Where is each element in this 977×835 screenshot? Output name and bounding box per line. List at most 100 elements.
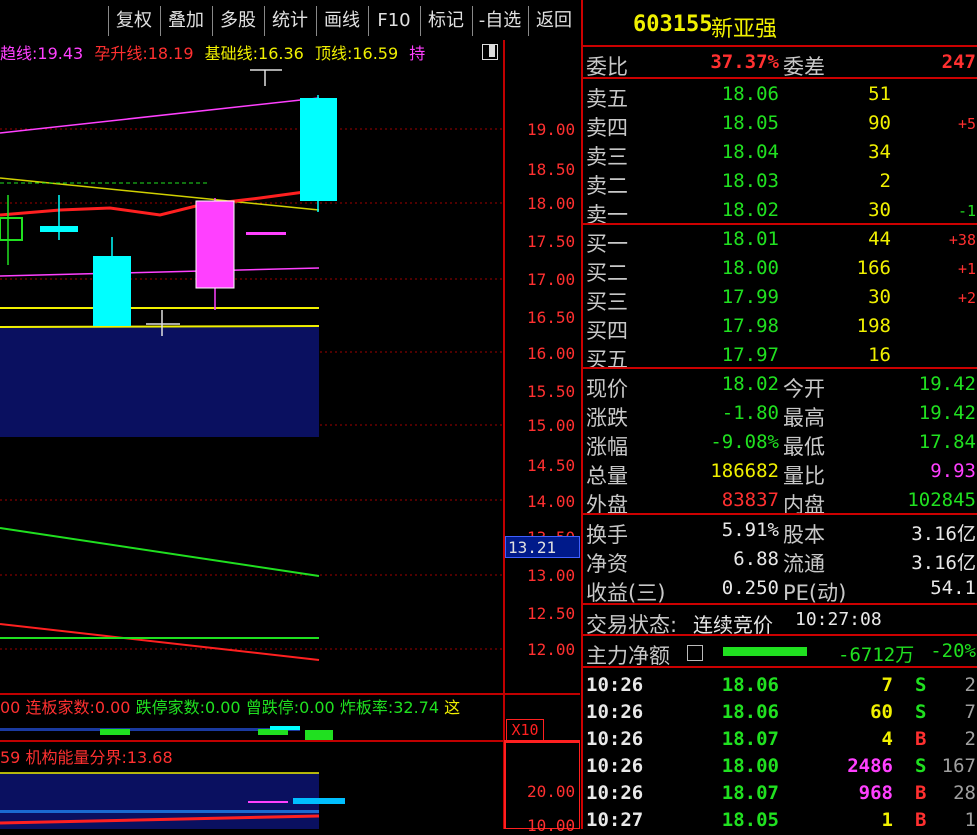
- tick-row: 10:27 18.05 1 B 1: [583, 806, 977, 835]
- main-flow-detail-icon[interactable]: [687, 645, 703, 661]
- tick-time: 10:27: [586, 809, 644, 831]
- quote-value: 186682: [710, 460, 779, 482]
- quote-value: 19.42: [918, 373, 976, 395]
- kline-chart[interactable]: 趋线:19.43 孕升线:18.19 基础线:16.36 顶线:16.59 持 …: [0, 40, 580, 835]
- quote-row: 现价 18.02 今开 19.42: [583, 370, 977, 401]
- stock-name: 新亚强: [711, 17, 778, 42]
- restore-rights-button[interactable]: 复权: [108, 6, 159, 36]
- indicator-legend-mid: 00 连板家数:0.00 跌停家数:0.00 曾跌停:0.00 炸板率:32.7…: [0, 694, 460, 718]
- fund-value: 5.91%: [721, 519, 779, 541]
- tick-count: 28: [953, 782, 976, 804]
- current-price-marker: 13.21: [505, 536, 580, 558]
- rise-line-value: 18.19: [147, 44, 194, 63]
- axis-tick: 17.00: [527, 270, 576, 289]
- axis-tick: 15.50: [527, 382, 576, 401]
- fund-row: 净资 6.88 流通 3.16亿: [583, 545, 977, 576]
- bomb-rate-label: 炸板率:: [339, 698, 394, 717]
- buy-change: +2: [957, 289, 976, 307]
- main-flow-row[interactable]: 主力净额 -6712万 -20%: [583, 637, 977, 668]
- sell-volume: 90: [868, 112, 891, 134]
- trade-status-time: 10:27:08: [795, 609, 882, 630]
- tick-side: S: [915, 755, 927, 777]
- quote-row: 总量 186682 量比 9.93: [583, 457, 977, 488]
- bottom-prefix: 59: [0, 748, 21, 767]
- tick-volume: 7: [881, 674, 893, 696]
- sell-change: +5: [957, 115, 976, 133]
- bomb-rate-value: 32.74: [393, 698, 440, 717]
- sell-price: 18.04: [721, 141, 779, 163]
- buy-row[interactable]: 买二 18.00 166 +1: [583, 254, 977, 285]
- statistics-button[interactable]: 统计: [264, 6, 315, 36]
- buy-row[interactable]: 买三 17.99 30 +2: [583, 283, 977, 314]
- buy-volume: 30: [868, 286, 891, 308]
- mark-button[interactable]: 标记: [420, 6, 471, 36]
- tick-time: 10:26: [586, 755, 644, 777]
- axis-tick: 15.00: [527, 416, 576, 435]
- buy-row[interactable]: 买四 17.98 198: [583, 312, 977, 343]
- indicator-legend-bottom: 59 机构能量分界:13.68: [0, 744, 173, 768]
- fund-row: 收益(三) 0.250 PE(动) 54.1: [583, 574, 977, 605]
- buy-price: 17.98: [721, 315, 779, 337]
- limit-down-label: 跌停家数:: [135, 698, 205, 717]
- add-favorite-button[interactable]: -自选: [472, 6, 527, 36]
- top-line-value: 16.59: [352, 44, 399, 63]
- quote-value: 9.93: [930, 460, 976, 482]
- axis-tick: 12.50: [527, 604, 576, 623]
- fund-value: 3.16亿: [911, 523, 976, 545]
- tick-price: 18.07: [721, 728, 779, 750]
- f10-button[interactable]: F10: [368, 6, 419, 36]
- sell-row[interactable]: 卖三 18.04 34: [583, 138, 977, 169]
- indicator-toggle-icon[interactable]: [482, 44, 498, 60]
- chart-toolbar: 复权 叠加 多股 统计 画线 F10 标记 -自选 返回: [0, 0, 580, 40]
- main-flow-pct: -20%: [930, 640, 976, 662]
- tick-time: 10:26: [586, 701, 644, 723]
- buy-change: +38: [948, 231, 976, 249]
- tick-row: 10:26 18.06 7 S 2: [583, 671, 977, 700]
- sell-row[interactable]: 卖四 18.05 90 +5: [583, 109, 977, 140]
- multi-stock-button[interactable]: 多股: [212, 6, 263, 36]
- fund-value: 3.16亿: [911, 552, 976, 574]
- mid-prefix: 00: [0, 698, 21, 717]
- quote-value: 19.42: [918, 402, 976, 424]
- base-line-value: 16.36: [258, 44, 304, 63]
- axis-tick: 17.50: [527, 232, 576, 251]
- axis-tick: 18.00: [527, 194, 576, 213]
- tick-row: 10:26 18.07 968 B 28: [583, 779, 977, 808]
- axis-tick: 16.50: [527, 308, 576, 327]
- tick-volume: 1: [881, 809, 893, 831]
- tick-count: 1: [964, 809, 976, 831]
- overlay-button[interactable]: 叠加: [160, 6, 211, 36]
- quote-value: 18.02: [721, 373, 779, 395]
- quote-row: 涨幅 -9.08% 最低 17.84: [583, 428, 977, 459]
- buy-volume: 198: [856, 315, 891, 337]
- tick-count: 7: [964, 701, 976, 723]
- buy-row[interactable]: 买一 18.01 44 +38: [583, 225, 977, 256]
- tick-side: B: [915, 782, 927, 804]
- quote-panel: 603155 新亚强 委比 37.37% 委差 247 卖五 18.06 51 …: [581, 0, 977, 831]
- sell-row[interactable]: 卖五 18.06 51: [583, 80, 977, 111]
- tick-volume: 2486: [847, 755, 893, 777]
- axis-tick: 12.00: [527, 640, 576, 659]
- axis-tick: 14.50: [527, 456, 576, 475]
- trend-line-value: 19.43: [37, 44, 84, 63]
- sell-row[interactable]: 卖一 18.02 30 -1: [583, 196, 977, 227]
- draw-line-button[interactable]: 画线: [316, 6, 367, 36]
- stock-header: 603155 新亚强: [583, 10, 977, 44]
- tick-side: S: [915, 674, 927, 696]
- x10-button[interactable]: X10: [506, 719, 544, 741]
- buy-row[interactable]: 买五 17.97 16: [583, 341, 977, 372]
- weibi-value: 37.37%: [710, 51, 779, 73]
- tick-count: 2: [964, 674, 976, 696]
- axis-tick: 14.00: [527, 492, 576, 511]
- limit-up-count-label: 连板家数:: [25, 698, 95, 717]
- rise-line-label: 孕升线:: [94, 44, 148, 63]
- buy-change: +1: [957, 260, 976, 278]
- tick-price: 18.06: [721, 674, 779, 696]
- back-button[interactable]: 返回: [528, 6, 579, 36]
- tick-side: B: [915, 728, 927, 750]
- tick-side: B: [915, 809, 927, 831]
- limit-down-value: 0.00: [204, 698, 241, 717]
- sell-volume: 51: [868, 83, 891, 105]
- axis-tick: 13.00: [527, 566, 576, 585]
- sell-row[interactable]: 卖二 18.03 2: [583, 167, 977, 198]
